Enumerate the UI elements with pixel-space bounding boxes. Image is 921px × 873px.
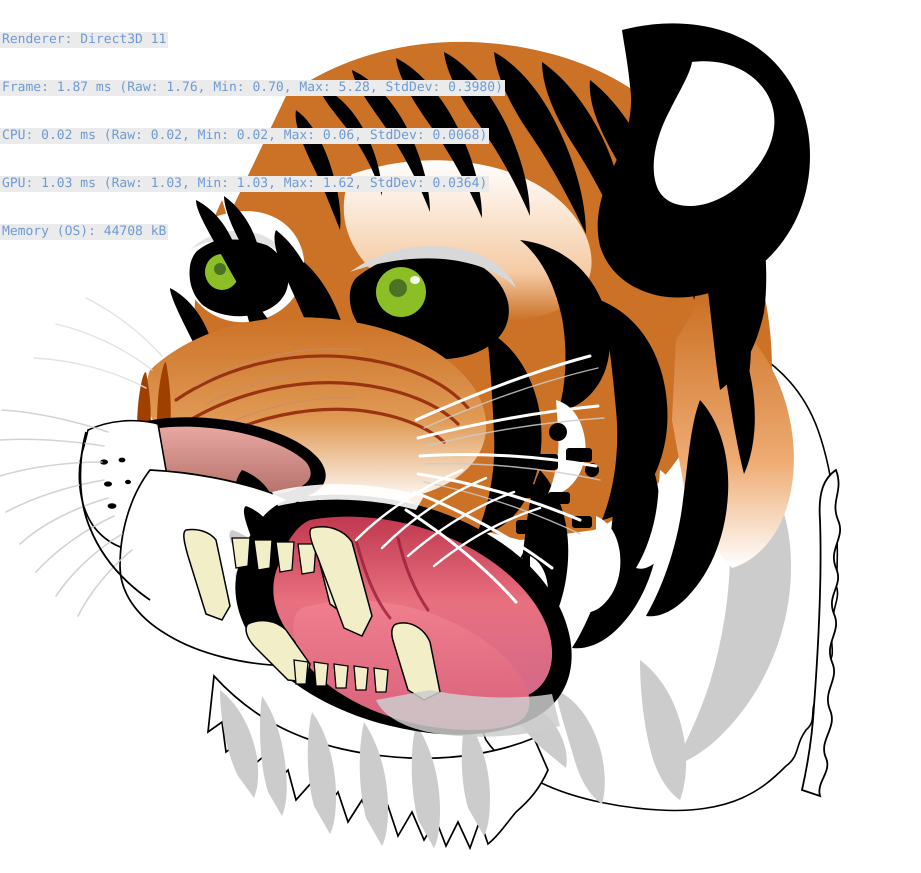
tiger-viewport[interactable] [0, 0, 921, 873]
tiger-illustration [0, 0, 921, 873]
eye-left-pupil [214, 263, 226, 275]
renderer-window: Renderer: Direct3D 11 Frame: 1.87 ms (Ra… [0, 0, 921, 873]
eye-right-highlight [410, 276, 420, 284]
eye-right-pupil [389, 279, 407, 297]
